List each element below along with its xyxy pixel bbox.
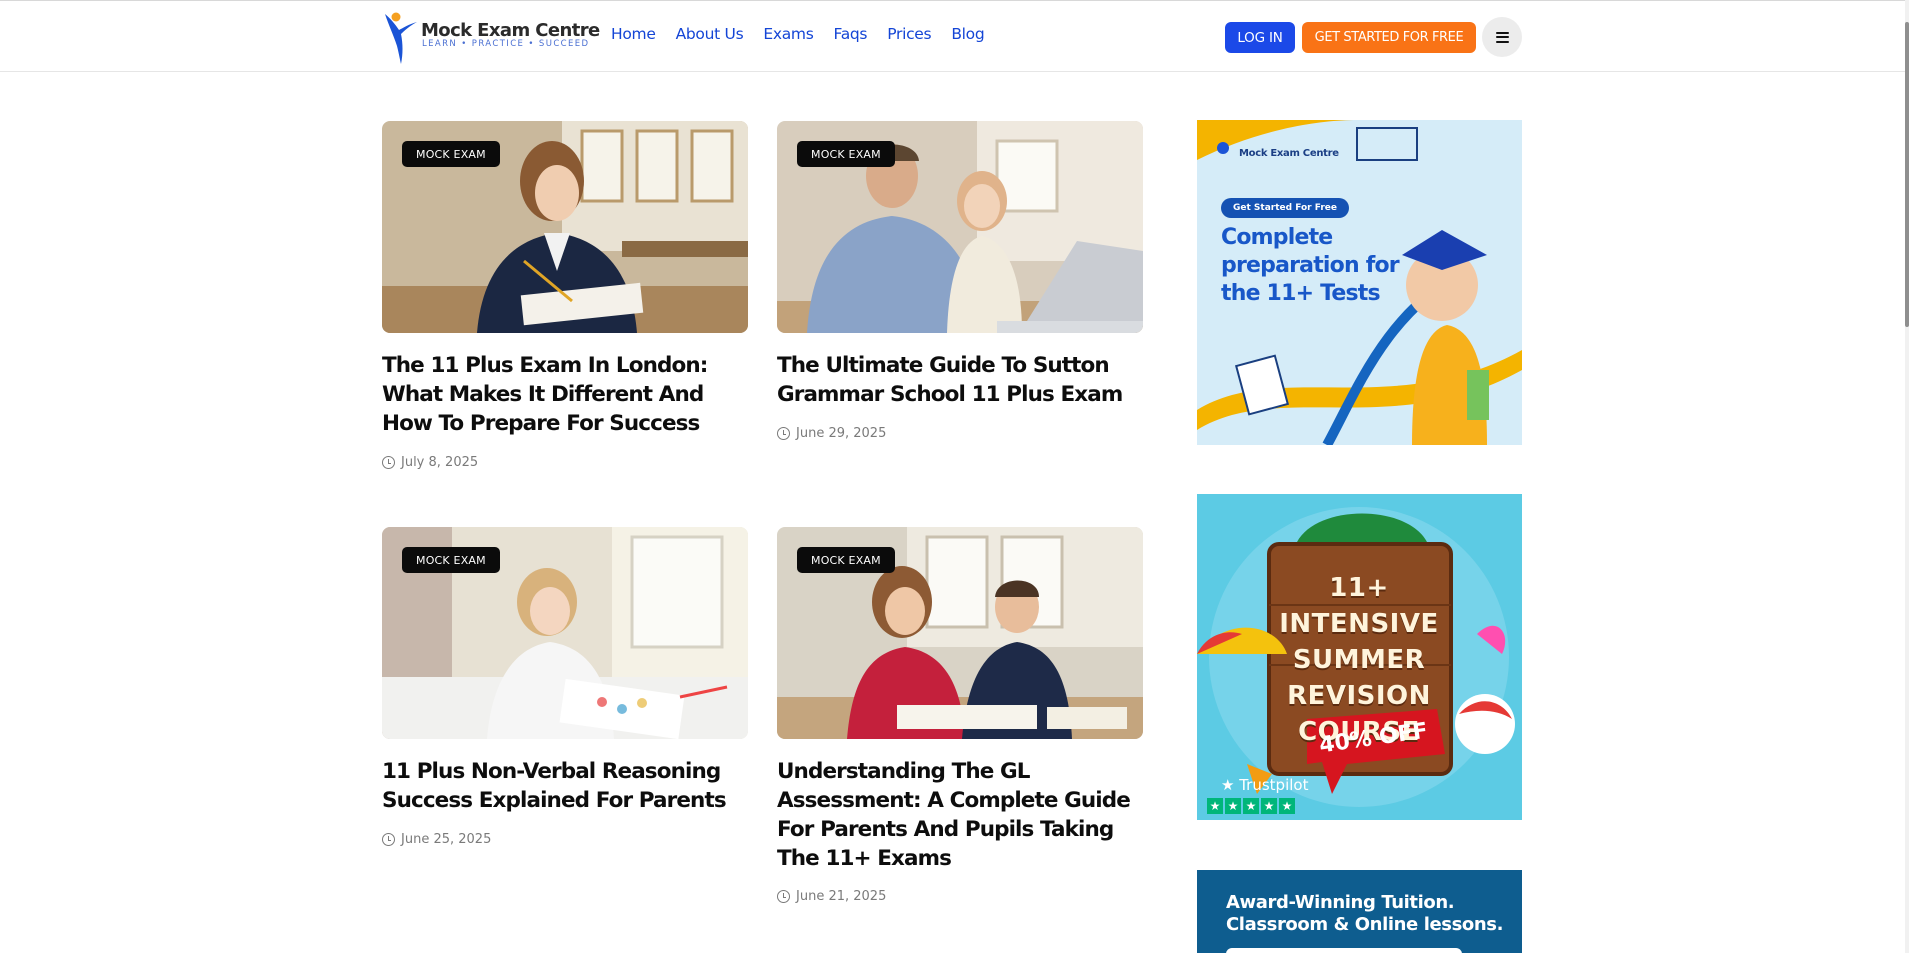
- post-date-text: June 25, 2025: [401, 832, 492, 847]
- ad2-sign: 11+ INTENSIVE SUMMER REVISION COURSE: [1259, 570, 1459, 750]
- logo-tagline: LEARN • PRACTICE • SUCCEED: [422, 39, 590, 49]
- menu-button[interactable]: [1482, 17, 1522, 57]
- post-thumbnail[interactable]: MOCK EXAM: [382, 527, 748, 739]
- post-date-text: July 8, 2025: [401, 455, 479, 470]
- get-started-button[interactable]: GET STARTED FOR FREE: [1302, 22, 1476, 53]
- main-nav: Home About Us Exams Faqs Prices Blog: [611, 25, 985, 43]
- ad1-headline: Complete preparation for the 11+ Tests: [1221, 225, 1400, 306]
- ad1-logo-text: Mock Exam Centre: [1239, 148, 1339, 159]
- post-date: July 8, 2025: [382, 455, 478, 470]
- ad2-line1: 11+ INTENSIVE: [1279, 573, 1439, 639]
- page-scrollbar-thumb[interactable]: [1905, 22, 1909, 327]
- category-tag[interactable]: MOCK EXAM: [797, 547, 895, 573]
- ad3-button[interactable]: [1226, 948, 1462, 953]
- post-thumbnail[interactable]: MOCK EXAM: [777, 527, 1143, 739]
- clock-icon: [777, 890, 790, 903]
- post-thumbnail[interactable]: MOCK EXAM: [382, 121, 748, 333]
- post-date-text: June 29, 2025: [796, 426, 887, 441]
- nav-exams[interactable]: Exams: [763, 25, 813, 43]
- ad2-line2: SUMMER: [1292, 645, 1426, 675]
- ad2-line3: REVISION: [1287, 681, 1431, 711]
- login-button[interactable]: LOG IN: [1225, 22, 1295, 53]
- post-title[interactable]: The 11 Plus Exam In London: What Makes I…: [382, 351, 748, 438]
- post-card[interactable]: MOCK EXAM 11 Plus Non-Verbal Reasoning S…: [382, 527, 748, 857]
- clock-icon: [382, 833, 395, 846]
- post-card[interactable]: MOCK EXAM The Ultimate Guide To Sutton G…: [777, 121, 1143, 451]
- logo-name: Mock Exam Centre: [421, 20, 600, 41]
- post-date-text: June 21, 2025: [796, 889, 887, 904]
- logo-figure-icon: [385, 12, 417, 64]
- category-tag[interactable]: MOCK EXAM: [402, 547, 500, 573]
- post-title[interactable]: The Ultimate Guide To Sutton Grammar Sch…: [777, 351, 1143, 409]
- clock-icon: [777, 427, 790, 440]
- post-card[interactable]: MOCK EXAM Understanding The GL Assessmen…: [777, 527, 1143, 907]
- ad-complete-preparation[interactable]: Mock Exam Centre Get Started For Free Co…: [1197, 120, 1522, 445]
- nav-blog[interactable]: Blog: [951, 25, 984, 43]
- trustpilot-stars-icon: ★ ★ ★ ★ ★: [1207, 798, 1295, 814]
- trustpilot-label: ★ Trustpilot: [1221, 776, 1309, 794]
- category-tag[interactable]: MOCK EXAM: [402, 141, 500, 167]
- ad-award-winning-tuition[interactable]: Award-Winning Tuition. Classroom & Onlin…: [1197, 870, 1522, 953]
- nav-about-us[interactable]: About Us: [676, 25, 744, 43]
- nav-faqs[interactable]: Faqs: [834, 25, 868, 43]
- nav-home[interactable]: Home: [611, 25, 656, 43]
- category-tag[interactable]: MOCK EXAM: [797, 141, 895, 167]
- post-date: June 29, 2025: [777, 426, 886, 441]
- post-date: June 21, 2025: [777, 889, 886, 904]
- post-card[interactable]: MOCK EXAM The 11 Plus Exam In London: Wh…: [382, 121, 748, 476]
- post-date: June 25, 2025: [382, 832, 491, 847]
- nav-prices[interactable]: Prices: [887, 25, 931, 43]
- hamburger-icon: [1495, 31, 1509, 43]
- site-header: Mock Exam Centre LEARN • PRACTICE • SUCC…: [0, 0, 1905, 72]
- ad3-headline: Award-Winning Tuition. Classroom & Onlin…: [1226, 892, 1504, 935]
- post-title[interactable]: 11 Plus Non-Verbal Reasoning Success Exp…: [382, 757, 748, 815]
- ad-summer-revision-course[interactable]: 11+ INTENSIVE SUMMER REVISION COURSE 40%…: [1197, 494, 1522, 820]
- ad1-get-started-pill[interactable]: Get Started For Free: [1221, 198, 1349, 218]
- post-thumbnail[interactable]: MOCK EXAM: [777, 121, 1143, 333]
- clock-icon: [382, 456, 395, 469]
- site-logo[interactable]: Mock Exam Centre LEARN • PRACTICE • SUCC…: [381, 6, 600, 66]
- post-title[interactable]: Understanding The GL Assessment: A Compl…: [777, 757, 1143, 873]
